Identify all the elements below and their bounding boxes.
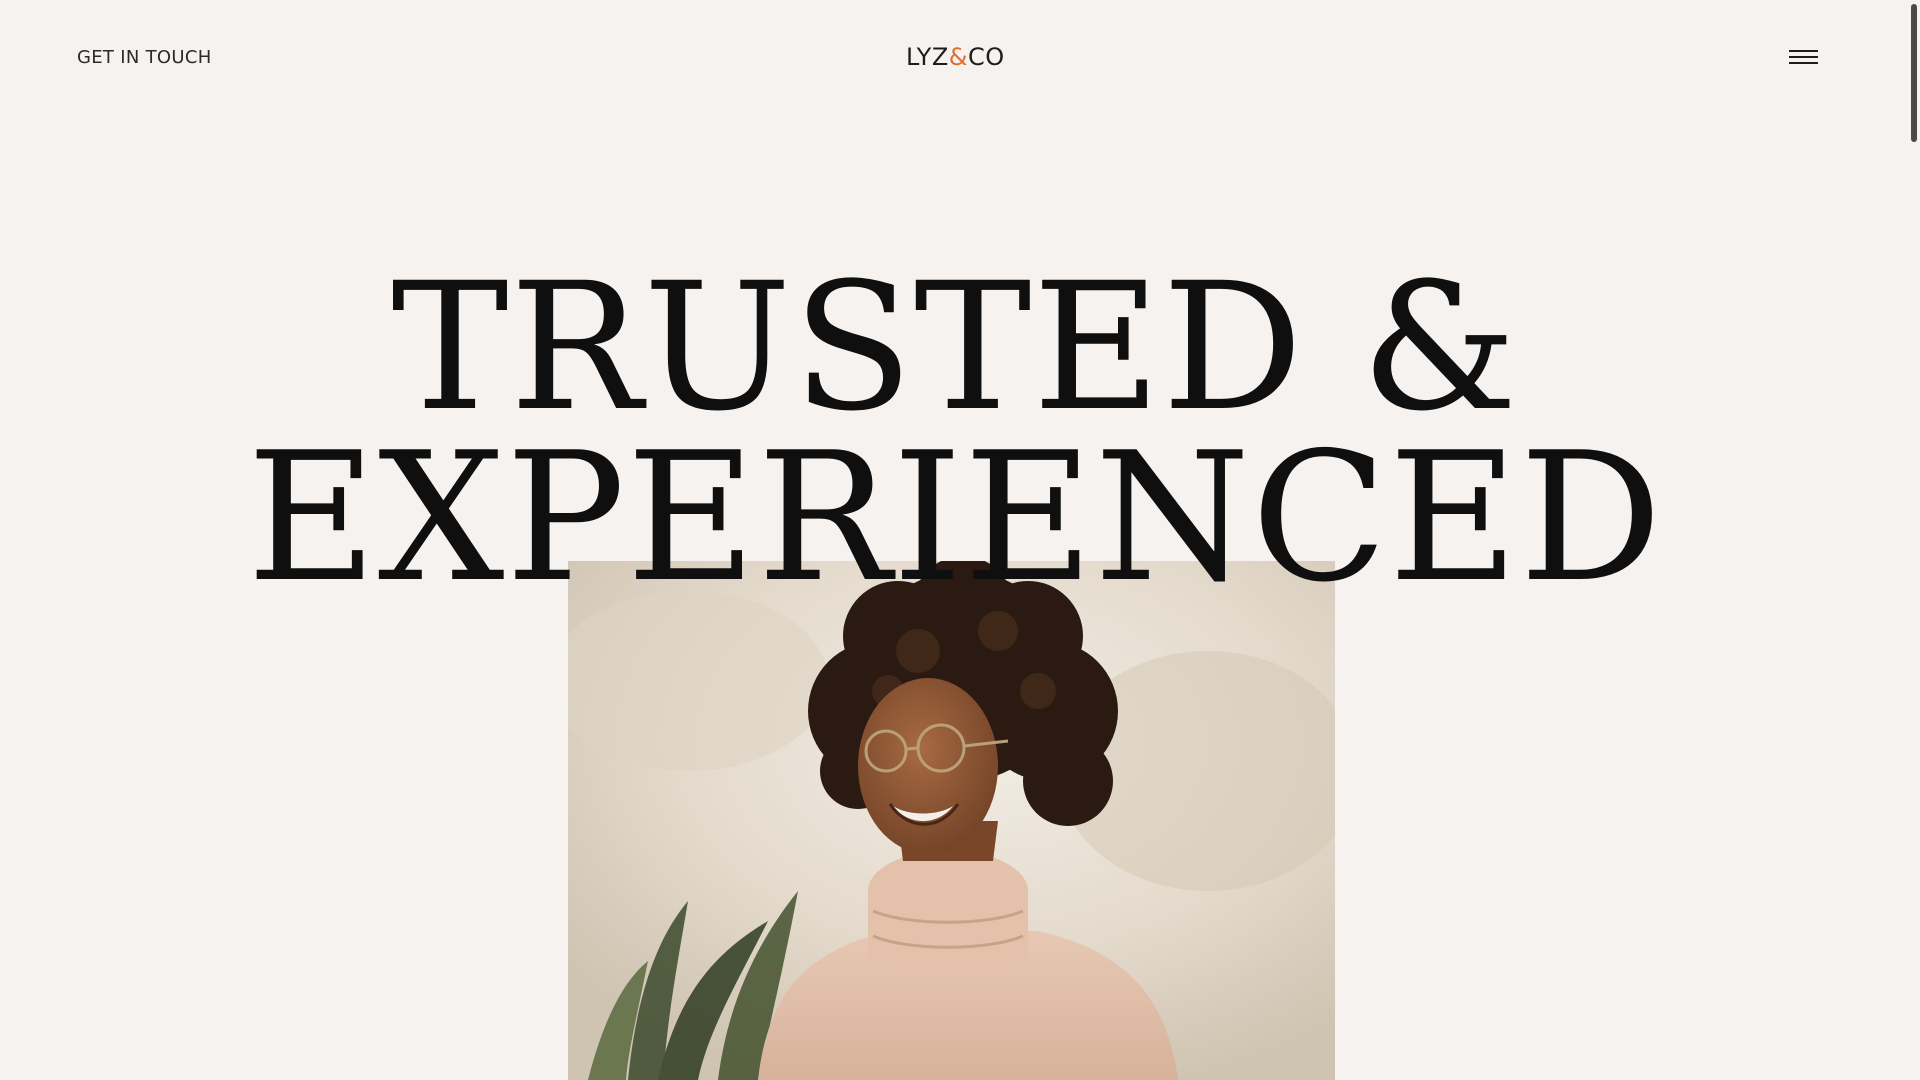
headline-line-1: TRUSTED & [391,245,1519,450]
logo-ampersand: & [948,43,969,71]
headline-line-2: EXPERIENCED [246,413,1664,621]
page: GET IN TOUCH LYZ&CO TRUSTED & EXPERIENCE… [0,0,1920,1080]
scrollbar-thumb[interactable] [1911,4,1917,142]
site-header: GET IN TOUCH LYZ&CO [0,0,1920,116]
get-in-touch-link[interactable]: GET IN TOUCH [77,47,212,68]
brand-logo[interactable]: LYZ&CO [906,43,1005,71]
logo-text-co: CO [968,43,1005,71]
hamburger-menu-icon[interactable] [1788,47,1820,69]
hero-headline: TRUSTED & EXPERIENCED [0,245,1910,621]
hero-portrait-photo [568,561,1335,1080]
logo-text-lyz: LYZ [906,43,949,71]
